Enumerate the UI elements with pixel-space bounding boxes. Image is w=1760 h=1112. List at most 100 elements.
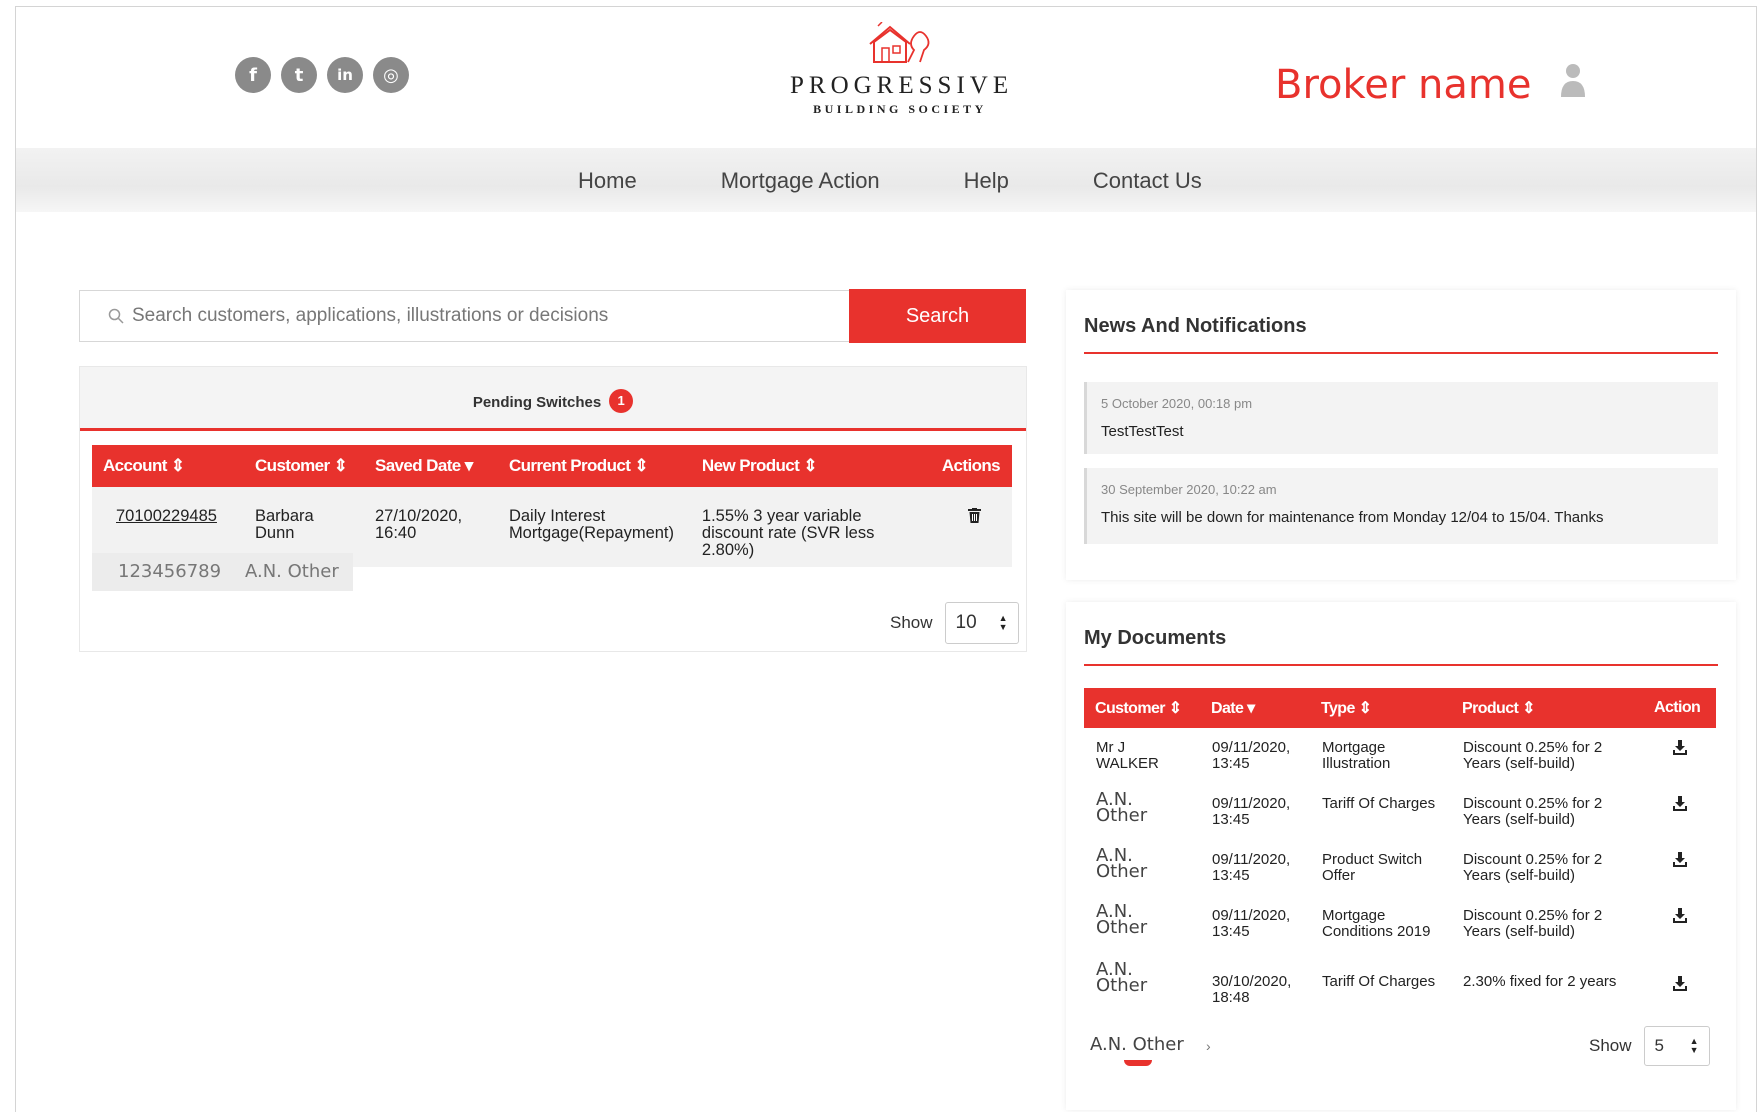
pending-count-badge: 1 xyxy=(609,389,634,413)
broker-menu[interactable]: Broker name xyxy=(1275,62,1587,108)
broker-name[interactable]: Broker name xyxy=(1275,62,1531,108)
instagram-icon[interactable]: ◎ xyxy=(373,57,409,93)
nav-contact-us[interactable]: Contact Us xyxy=(1093,168,1202,194)
news-item: 30 September 2020, 10:22 am This site wi… xyxy=(1084,468,1718,544)
doc-date: 30/10/2020, 18:48 xyxy=(1212,973,1292,1006)
download-icon[interactable] xyxy=(1672,796,1688,812)
facebook-icon[interactable]: f xyxy=(235,57,271,93)
show-label: Show xyxy=(1589,1036,1632,1055)
page-size-select[interactable]: 5 ▲ ▼ xyxy=(1643,1026,1710,1066)
documents-title: My Documents xyxy=(1084,627,1227,649)
col-actions: Actions xyxy=(930,445,1012,487)
page-size-value: 10 xyxy=(955,612,977,633)
stepper-arrows-icon: ▲ ▼ xyxy=(998,613,1008,632)
col-customer[interactable]: Customer ⇕ xyxy=(243,445,364,487)
doc-date: 09/11/2020, 13:45 xyxy=(1212,851,1291,884)
table-row: A.N. Other 09/11/2020, 13:45 Tariff Of C… xyxy=(1084,784,1716,840)
table-row: A.N. Other 30/10/2020, 18:48 Tariff Of C… xyxy=(1084,958,1716,1018)
table-row: A.N. Other 09/11/2020, 13:45 Product Swi… xyxy=(1084,840,1716,896)
search-button[interactable]: Search xyxy=(849,289,1026,343)
doc-type: Tariff Of Charges xyxy=(1322,973,1436,990)
placeholder-account: 123456789 xyxy=(92,553,230,591)
download-icon[interactable] xyxy=(1672,852,1688,868)
doc-type: Mortgage Conditions 2019 xyxy=(1322,907,1431,940)
logo-name: PROGRESSIVE xyxy=(790,72,1014,99)
col-account[interactable]: Account ⇕ xyxy=(92,445,244,487)
page-size-value: 5 xyxy=(1654,1036,1664,1055)
doc-product: 2.30% fixed for 2 years xyxy=(1463,973,1617,990)
news-message: This site will be down for maintenance f… xyxy=(1101,509,1604,526)
trailing-customer: A.N. Other xyxy=(1090,1034,1184,1055)
saved-date-cell: 27/10/2020, 16:40 xyxy=(363,487,498,567)
news-title: News And Notifications xyxy=(1084,315,1307,337)
download-icon[interactable] xyxy=(1672,740,1688,756)
nav-home[interactable]: Home xyxy=(578,168,637,194)
doc-product: Discount 0.25% for 2 Years (self-build) xyxy=(1463,739,1603,772)
stepper-arrows-icon: ▲ ▼ xyxy=(1689,1036,1699,1055)
download-icon[interactable] xyxy=(1672,908,1688,924)
news-panel: News And Notifications 5 October 2020, 0… xyxy=(1066,290,1736,580)
download-icon[interactable] xyxy=(1672,976,1688,992)
pending-switches-panel: Pending Switches 1 Account ⇕ Customer ⇕ S… xyxy=(79,366,1027,652)
page-size-select[interactable]: 10 ▲ ▼ xyxy=(944,602,1019,644)
pending-page-size: Show 10 ▲ ▼ xyxy=(890,602,1019,644)
logo[interactable]: PROGRESSIVE BUILDING SOCIETY xyxy=(790,22,1010,117)
documents-panel: My Documents Customer ⇕ Date ▾ Type ⇕ Pr… xyxy=(1066,602,1736,1110)
current-product-cell: Daily Interest Mortgage(Repayment) xyxy=(497,487,691,567)
user-icon[interactable] xyxy=(1559,61,1587,97)
social-links: f t in ◎ xyxy=(235,57,409,93)
logo-subtitle: BUILDING SOCIETY xyxy=(813,102,987,116)
col-product[interactable]: Product ⇕ xyxy=(1451,688,1643,728)
col-new-product[interactable]: New Product ⇕ xyxy=(690,445,931,487)
house-logo-icon xyxy=(869,22,930,63)
pager-next-icon[interactable]: › xyxy=(1206,1038,1211,1054)
account-link[interactable]: 70100229485 xyxy=(116,507,217,525)
documents-table: Customer ⇕ Date ▾ Type ⇕ Product ⇕ Actio… xyxy=(1084,688,1716,1018)
doc-customer: A.N. Other xyxy=(1096,845,1148,882)
doc-product: Discount 0.25% for 2 Years (self-build) xyxy=(1463,795,1603,828)
news-date: 30 September 2020, 10:22 am xyxy=(1101,482,1277,497)
news-date: 5 October 2020, 00:18 pm xyxy=(1101,396,1253,411)
doc-type: Product Switch Offer xyxy=(1322,851,1423,884)
search-icon xyxy=(108,308,124,324)
doc-customer: A.N. Other xyxy=(1096,901,1148,938)
doc-type: Tariff Of Charges xyxy=(1322,795,1436,812)
doc-date: 09/11/2020, 13:45 xyxy=(1212,795,1291,828)
news-message: TestTestTest xyxy=(1101,423,1184,440)
trash-icon[interactable] xyxy=(968,508,981,523)
nav-help[interactable]: Help xyxy=(964,168,1009,194)
documents-page-size: Show 5 ▲ ▼ xyxy=(1589,1026,1710,1066)
main-nav: Home Mortgage Action Help Contact Us xyxy=(16,148,1756,212)
doc-customer: A.N. Other xyxy=(1096,789,1148,826)
doc-date: 09/11/2020, 13:45 xyxy=(1212,739,1291,772)
doc-type: Mortgage Illustration xyxy=(1322,739,1391,772)
news-divider xyxy=(1084,352,1718,354)
pager-active-indicator xyxy=(1124,1060,1152,1066)
linkedin-icon[interactable]: in xyxy=(327,57,363,93)
col-saved-date[interactable]: Saved Date ▾ xyxy=(363,445,498,487)
col-current-product[interactable]: Current Product ⇕ xyxy=(497,445,691,487)
doc-product: Discount 0.25% for 2 Years (self-build) xyxy=(1463,851,1603,884)
doc-customer: A.N. Other xyxy=(1096,959,1148,996)
doc-date: 09/11/2020, 13:45 xyxy=(1212,907,1291,940)
pending-switches-header[interactable]: Pending Switches 1 xyxy=(80,367,1026,431)
doc-customer: Mr J WALKER xyxy=(1096,739,1159,772)
pending-switches-table: Account ⇕ Customer ⇕ Saved Date ▾ Curren… xyxy=(92,445,1012,567)
col-date[interactable]: Date ▾ xyxy=(1200,688,1310,728)
new-product-cell: 1.55% 3 year variable discount rate (SVR… xyxy=(690,487,931,567)
table-row: Mr J WALKER 09/11/2020, 13:45 Mortgage I… xyxy=(1084,728,1716,784)
col-type[interactable]: Type ⇕ xyxy=(1310,688,1451,728)
show-label: Show xyxy=(890,613,933,632)
table-row: A.N. Other 09/11/2020, 13:45 Mortgage Co… xyxy=(1084,896,1716,958)
col-customer[interactable]: Customer ⇕ xyxy=(1084,688,1200,728)
search-bar xyxy=(79,290,851,342)
doc-product: Discount 0.25% for 2 Years (self-build) xyxy=(1463,907,1603,940)
pending-switches-title: Pending Switches xyxy=(472,393,602,411)
search-input[interactable] xyxy=(132,305,832,327)
twitter-icon[interactable]: t xyxy=(281,57,317,93)
nav-mortgage-action[interactable]: Mortgage Action xyxy=(721,168,880,194)
placeholder-customer: A.N. Other xyxy=(230,553,353,591)
documents-divider xyxy=(1084,664,1718,666)
news-item: 5 October 2020, 00:18 pm TestTestTest xyxy=(1084,382,1718,454)
col-action: Action xyxy=(1643,688,1716,728)
